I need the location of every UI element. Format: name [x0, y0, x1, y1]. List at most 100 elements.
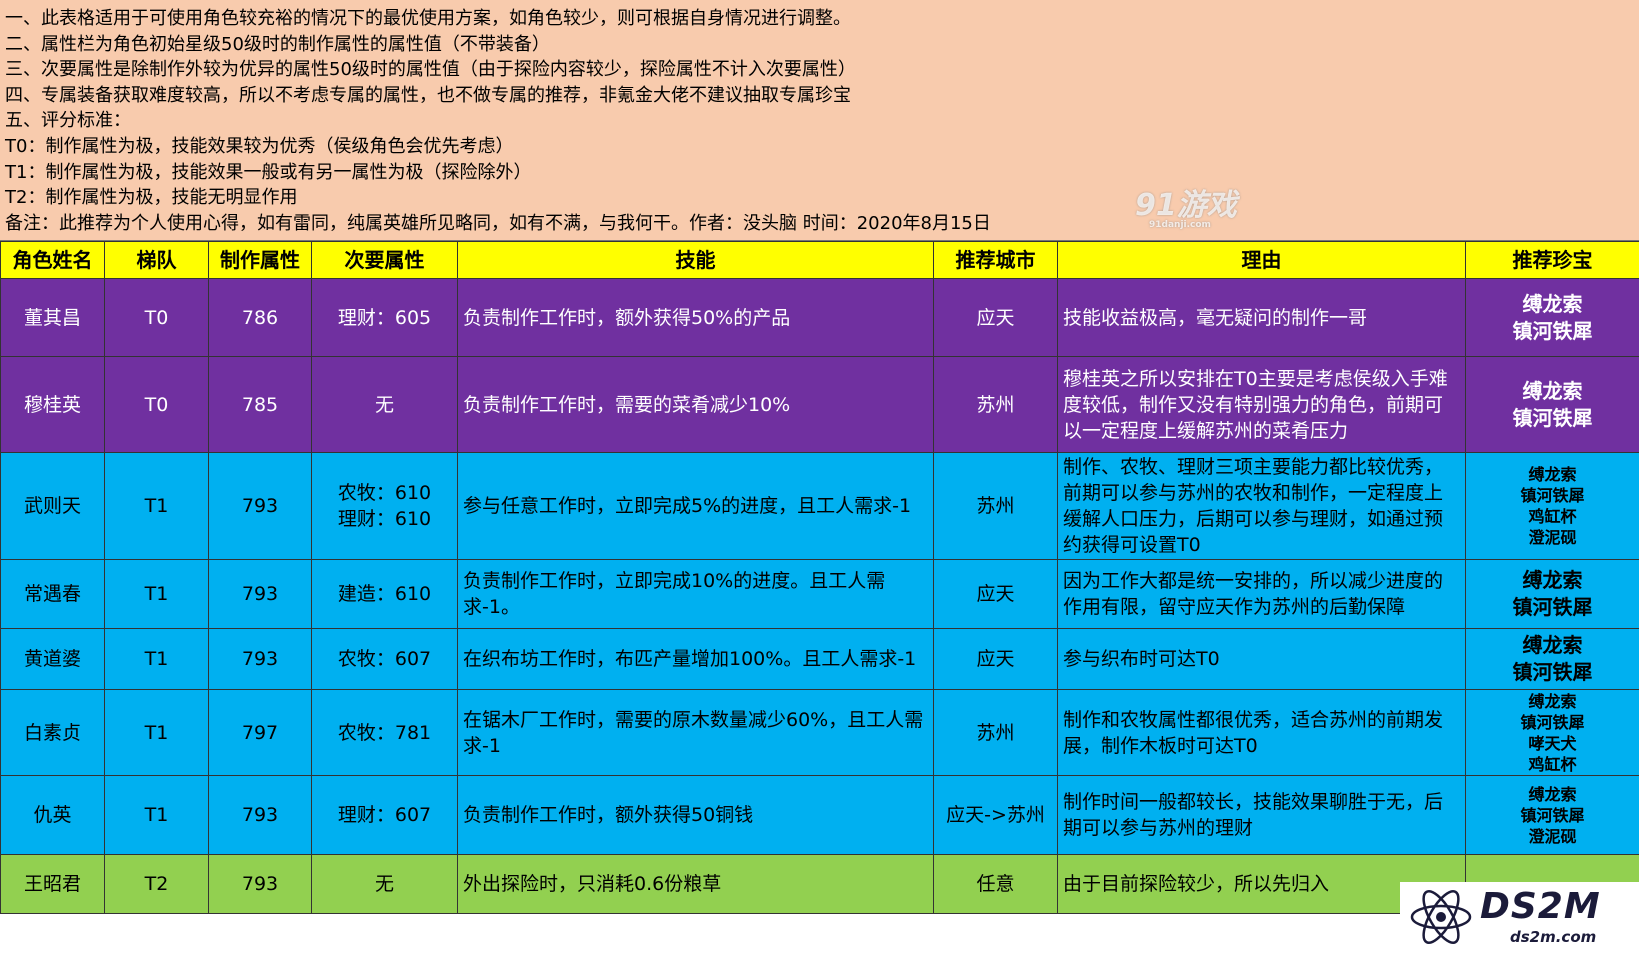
cell-city: 应天	[933, 278, 1058, 357]
cell-name: 武则天	[0, 452, 105, 560]
note-line: 一、此表格适用于可使用角色较充裕的情况下的最优使用方案，如角色较少，则可根据自身…	[5, 8, 851, 29]
cell-secondary: 农牧：607	[311, 628, 458, 690]
secondary-item: 理财：607	[337, 804, 432, 826]
cell-treasure: 缚龙索 镇河铁犀	[1465, 278, 1639, 357]
treasure-item: 澄泥砚	[1528, 826, 1577, 846]
character-table: 角色姓名 梯队 制作属性 次要属性 技能 推荐城市 理由 推荐珍宝 董其昌 T0…	[0, 241, 1639, 914]
cell-secondary: 农牧：610 理财：610	[311, 452, 458, 560]
cell-skill: 参与任意工作时，立即完成5%的进度，且工人需求-1	[457, 452, 934, 560]
note-line: 备注：此推荐为个人使用心得，如有雷同，纯属英雄所见略同，如有不满，与我何干。作者…	[5, 212, 991, 234]
cell-tier: T1	[104, 452, 209, 560]
cell-craft: 793	[208, 775, 312, 855]
cell-reason: 制作、农牧、理财三项主要能力都比较优秀，前期可以参与苏州的农牧和制作，一定程度上…	[1057, 452, 1466, 560]
secondary-item: 理财：610	[337, 508, 432, 530]
cell-tier: T0	[104, 278, 209, 357]
cell-skill: 外出探险时，只消耗0.6份粮草	[457, 854, 934, 914]
treasure-item: 镇河铁犀	[1512, 595, 1593, 619]
header-craft: 制作属性	[208, 241, 312, 279]
cell-tier: T2	[104, 854, 209, 914]
cell-skill: 负责制作工作时，需要的菜肴减少10%	[457, 356, 934, 453]
table-row: 常遇春 T1 793 建造：610 负责制作工作时，立即完成10%的进度。且工人…	[0, 559, 1639, 629]
header-skill: 技能	[457, 241, 934, 279]
treasure-item: 鸡缸杯	[1528, 507, 1577, 526]
cell-reason: 制作和农牧属性都很优秀，适合苏州的前期发展，制作木板时可达T0	[1057, 689, 1466, 776]
cell-city: 应天	[933, 559, 1058, 629]
cell-name: 仇英	[0, 775, 105, 855]
header-secondary: 次要属性	[311, 241, 458, 279]
note-line: T0：制作属性为极，技能效果较为优秀（侯级角色会优先考虑）	[5, 135, 514, 157]
table-row: 董其昌 T0 786 理财：605 负责制作工作时，额外获得50%的产品 应天 …	[0, 278, 1639, 357]
cell-name: 董其昌	[0, 278, 105, 357]
watermark-main: 91游戏	[1135, 188, 1237, 223]
notes-panel: 一、此表格适用于可使用角色较充裕的情况下的最优使用方案，如角色较少，则可根据自身…	[0, 0, 1639, 241]
secondary-item: 理财：605	[337, 306, 432, 329]
cell-reason: 制作时间一般都较长，技能效果聊胜于无，后期可以参与苏州的理财	[1057, 775, 1466, 855]
ds2m-watermark: DS2M ds2m.com	[1400, 882, 1639, 953]
note-line: 四、专属装备获取难度较高，所以不考虑专属的属性，也不做专属的推荐，非氪金大佬不建…	[5, 84, 851, 106]
cell-city: 应天	[933, 628, 1058, 690]
cell-name: 王昭君	[0, 854, 105, 914]
treasure-item: 哮天犬	[1528, 733, 1577, 753]
treasure-item: 镇河铁犀	[1520, 805, 1585, 825]
secondary-item: 无	[374, 393, 394, 416]
secondary-item: 农牧：610	[337, 482, 432, 504]
note-line: 二、属性栏为角色初始星级50级时的制作属性的属性值（不带装备）	[5, 33, 550, 55]
cell-secondary: 无	[311, 356, 458, 453]
cell-craft: 786	[208, 278, 312, 357]
treasure-item: 缚龙索	[1522, 291, 1583, 316]
table-row: 武则天 T1 793 农牧：610 理财：610 参与任意工作时，立即完成5%的…	[0, 452, 1639, 560]
cell-skill: 负责制作工作时，额外获得50铜钱	[457, 775, 934, 855]
treasure-item: 缚龙索	[1522, 633, 1583, 657]
cell-tier: T1	[104, 559, 209, 629]
cell-secondary: 理财：607	[311, 775, 458, 855]
cell-secondary: 农牧：781	[311, 689, 458, 776]
cell-tier: T0	[104, 356, 209, 453]
treasure-item: 缚龙索	[1528, 465, 1577, 484]
cell-craft: 793	[208, 628, 312, 690]
note-line: T2：制作属性为极，技能无明显作用	[5, 187, 298, 209]
table-row: 仇英 T1 793 理财：607 负责制作工作时，额外获得50铜钱 应天->苏州…	[0, 775, 1639, 855]
cell-treasure: 缚龙索 镇河铁犀	[1465, 559, 1639, 629]
header-city: 推荐城市	[933, 241, 1058, 279]
ds2m-url: ds2m.com	[1510, 928, 1597, 946]
treasure-item: 缚龙索	[1528, 784, 1577, 804]
cell-reason: 因为工作大都是统一安排的，所以减少进度的作用有限，留守应天作为苏州的后勤保障	[1057, 559, 1466, 629]
treasure-item: 缚龙索	[1528, 691, 1577, 711]
cell-secondary: 理财：605	[311, 278, 458, 357]
cell-skill: 在锯木厂工作时，需要的原木数量减少60%，且工人需求-1	[457, 689, 934, 776]
cell-name: 穆桂英	[0, 356, 105, 453]
header-treasure: 推荐珍宝	[1465, 241, 1639, 279]
cell-tier: T1	[104, 689, 209, 776]
cell-skill: 负责制作工作时，立即完成10%的进度。且工人需求-1。	[457, 559, 934, 629]
header-name: 角色姓名	[0, 241, 105, 279]
cell-city: 苏州	[933, 356, 1058, 453]
treasure-item: 镇河铁犀	[1520, 486, 1585, 505]
cell-skill: 在织布坊工作时，布匹产量增加100%。且工人需求-1	[457, 628, 934, 690]
cell-reason: 技能收益极高，毫无疑问的制作一哥	[1057, 278, 1466, 357]
treasure-item: 镇河铁犀	[1512, 405, 1593, 430]
header-reason: 理由	[1057, 241, 1466, 279]
cell-treasure: 缚龙索 镇河铁犀 澄泥砚	[1465, 775, 1639, 855]
secondary-item: 无	[374, 873, 394, 895]
treasure-item: 澄泥砚	[1528, 528, 1577, 547]
secondary-item: 农牧：607	[337, 648, 432, 670]
atom-logo-icon	[1410, 890, 1472, 944]
table-row: 白素贞 T1 797 农牧：781 在锯木厂工作时，需要的原木数量减少60%，且…	[0, 689, 1639, 776]
cell-treasure: 缚龙索 镇河铁犀 哮天犬 鸡缸杯	[1465, 689, 1639, 776]
cell-city: 苏州	[933, 689, 1058, 776]
header-row: 角色姓名 梯队 制作属性 次要属性 技能 推荐城市 理由 推荐珍宝	[0, 241, 1639, 279]
cell-tier: T1	[104, 628, 209, 690]
cell-treasure: 缚龙索 镇河铁犀	[1465, 628, 1639, 690]
cell-city: 苏州	[933, 452, 1058, 560]
treasure-item: 镇河铁犀	[1512, 318, 1593, 343]
cell-tier: T1	[104, 775, 209, 855]
cell-secondary: 建造：610	[311, 559, 458, 629]
treasure-item: 缚龙索	[1522, 568, 1583, 592]
cell-craft: 785	[208, 356, 312, 453]
cell-craft: 797	[208, 689, 312, 776]
treasure-item: 镇河铁犀	[1512, 660, 1593, 684]
cell-craft: 793	[208, 452, 312, 560]
note-line: 三、次要属性是除制作外较为优异的属性50级时的属性值（由于探险内容较少，探险属性…	[5, 59, 856, 81]
table-row: 穆桂英 T0 785 无 负责制作工作时，需要的菜肴减少10% 苏州 穆桂英之所…	[0, 356, 1639, 453]
cell-city: 任意	[933, 854, 1058, 914]
